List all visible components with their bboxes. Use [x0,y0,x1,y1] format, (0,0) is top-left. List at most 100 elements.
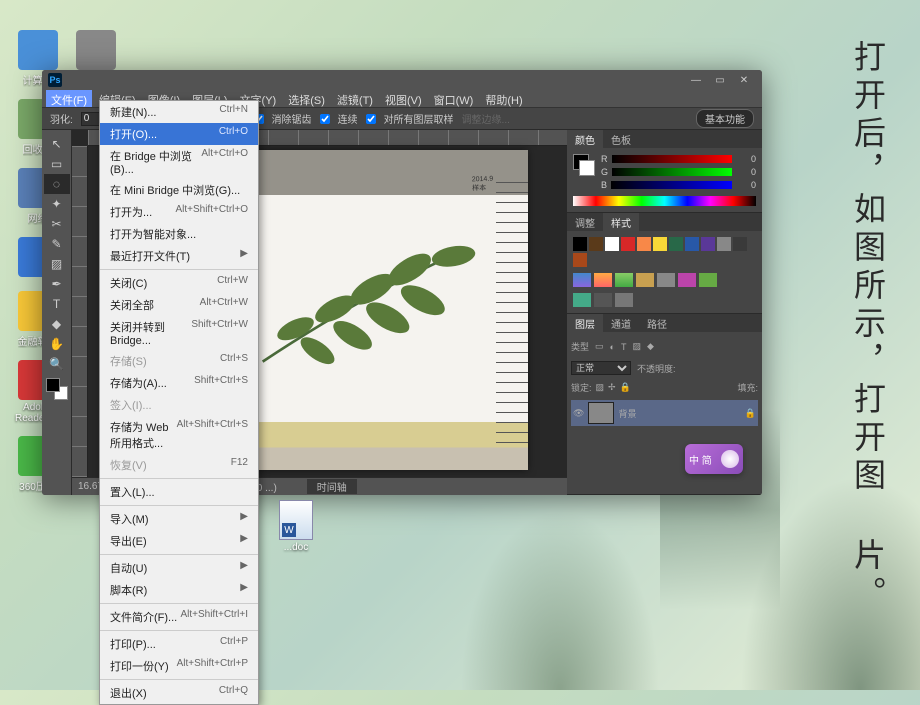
style-preset[interactable] [615,273,633,287]
style-preset[interactable] [699,273,717,287]
menu-item[interactable]: 在 Bridge 中浏览(B)...Alt+Ctrl+O [100,145,258,179]
lock-all-icon[interactable]: 🔒 [620,382,631,393]
fg-bg-colors[interactable] [46,378,68,400]
menu-item[interactable]: 打开(O)...Ctrl+O [100,123,258,145]
handwritten-note: 2014.9样本 [471,175,493,193]
menu-item[interactable]: 打印(P)...Ctrl+P [100,633,258,655]
blend-mode-select[interactable]: 正常 [571,361,631,375]
swatch[interactable] [621,237,635,251]
menu-item[interactable]: 打开为...Alt+Shift+Ctrl+O [100,201,258,223]
close-button[interactable]: ✕ [732,72,756,88]
styles-tab[interactable]: 样式 [603,213,639,231]
layer-row[interactable]: 👁 背景 🔒 [571,400,758,426]
timeline-tab[interactable]: 时间轴 [307,479,357,494]
window-titlebar[interactable]: Ps — ▭ ✕ [42,70,762,90]
menu-6[interactable]: 滤镜(T) [332,90,378,107]
layer-name[interactable]: 背景 [618,407,636,420]
tool-3[interactable]: ✦ [44,194,70,214]
tool-4[interactable]: ✂ [44,214,70,234]
swatch[interactable] [669,237,683,251]
swatch[interactable] [589,237,603,251]
tool-7[interactable]: ✒ [44,274,70,294]
contiguous-checkbox[interactable] [320,114,330,124]
tool-1[interactable]: ▭ [44,154,70,174]
menu-item[interactable]: 文件简介(F)...Alt+Shift+Ctrl+I [100,606,258,628]
menu-item[interactable]: 最近打开文件(T)▶ [100,245,258,267]
leaf-specimen-icon [239,230,484,384]
menu-item[interactable]: 关闭全部Alt+Ctrl+W [100,294,258,316]
swatches-tab[interactable]: 色板 [603,130,639,148]
minimize-button[interactable]: — [684,72,708,88]
layers-tab[interactable]: 图层 [567,314,603,332]
style-preset[interactable] [594,293,612,307]
style-preset[interactable] [573,273,591,287]
style-preset[interactable] [636,273,654,287]
filter-icon[interactable]: T [621,342,627,352]
g-slider[interactable] [612,168,732,176]
menu-item: 恢复(V)F12 [100,454,258,476]
menu-item[interactable]: 新建(N)...Ctrl+N [100,101,258,123]
menu-8[interactable]: 窗口(W) [429,90,479,107]
menu-item[interactable]: 退出(X)Ctrl+Q [100,682,258,704]
swatch[interactable] [733,237,747,251]
menu-item[interactable]: 在 Mini Bridge 中浏览(G)... [100,179,258,201]
swatch[interactable] [573,237,587,251]
tool-5[interactable]: ✎ [44,234,70,254]
word-file-icon[interactable]: ...doc [276,500,316,553]
paths-tab[interactable]: 路径 [639,314,675,332]
style-preset[interactable] [573,293,591,307]
tool-0[interactable]: ↖ [44,134,70,154]
adjust-tab[interactable]: 调整 [567,213,603,231]
menu-5[interactable]: 选择(S) [283,90,330,107]
menu-item[interactable]: 打印一份(Y)Alt+Shift+Ctrl+P [100,655,258,677]
tool-8[interactable]: T [44,294,70,314]
lock-pixels-icon[interactable]: ▨ [596,382,605,393]
menu-0[interactable]: 文件(F) [46,90,92,107]
style-preset[interactable] [678,273,696,287]
swatch[interactable] [701,237,715,251]
swatch[interactable] [653,237,667,251]
swatch[interactable] [573,253,587,267]
swatch[interactable] [685,237,699,251]
tool-6[interactable]: ▨ [44,254,70,274]
menu-item[interactable]: 存储为(A)...Shift+Ctrl+S [100,372,258,394]
filter-icon[interactable]: ▭ [595,341,604,352]
visibility-icon[interactable]: 👁 [573,408,584,419]
menu-item[interactable]: 导出(E)▶ [100,530,258,552]
menu-item[interactable]: 自动(U)▶ [100,557,258,579]
menu-7[interactable]: 视图(V) [380,90,427,107]
lock-position-icon[interactable]: ✢ [608,382,616,393]
menu-item[interactable]: 打开为智能对象... [100,223,258,245]
filter-icon[interactable]: ◆ [647,341,654,352]
b-slider[interactable] [611,181,732,189]
workspace-switcher[interactable]: 基本功能 [696,109,754,128]
color-tab[interactable]: 颜色 [567,130,603,148]
style-preset[interactable] [657,273,675,287]
fg-bg-chip[interactable] [573,154,595,176]
menu-9[interactable]: 帮助(H) [480,90,527,107]
panels-dock: 颜色 色板 R0 G0 B0 调整 样式 [567,130,762,495]
swatch[interactable] [717,237,731,251]
channels-tab[interactable]: 通道 [603,314,639,332]
menu-item[interactable]: 存储为 Web 所用格式...Alt+Shift+Ctrl+S [100,416,258,454]
menu-item[interactable]: 关闭(C)Ctrl+W [100,272,258,294]
style-preset[interactable] [615,293,633,307]
style-preset[interactable] [594,273,612,287]
ime-widget[interactable]: 中 简 [685,444,743,474]
tool-10[interactable]: ✋ [44,334,70,354]
menu-item[interactable]: 导入(M)▶ [100,508,258,530]
maximize-button[interactable]: ▭ [708,72,732,88]
r-slider[interactable] [612,155,733,163]
hue-strip[interactable] [573,196,756,206]
tool-11[interactable]: 🔍 [44,354,70,374]
tool-9[interactable]: ◆ [44,314,70,334]
all-layers-checkbox[interactable] [366,114,376,124]
menu-item[interactable]: 关闭并转到 Bridge...Shift+Ctrl+W [100,316,258,350]
swatch[interactable] [605,237,619,251]
menu-item[interactable]: 脚本(R)▶ [100,579,258,601]
filter-icon[interactable]: ▨ [632,341,641,352]
menu-item[interactable]: 置入(L)... [100,481,258,503]
filter-icon[interactable]: ◐ [610,342,615,352]
tool-2[interactable]: ◌ [44,174,70,194]
swatch[interactable] [637,237,651,251]
